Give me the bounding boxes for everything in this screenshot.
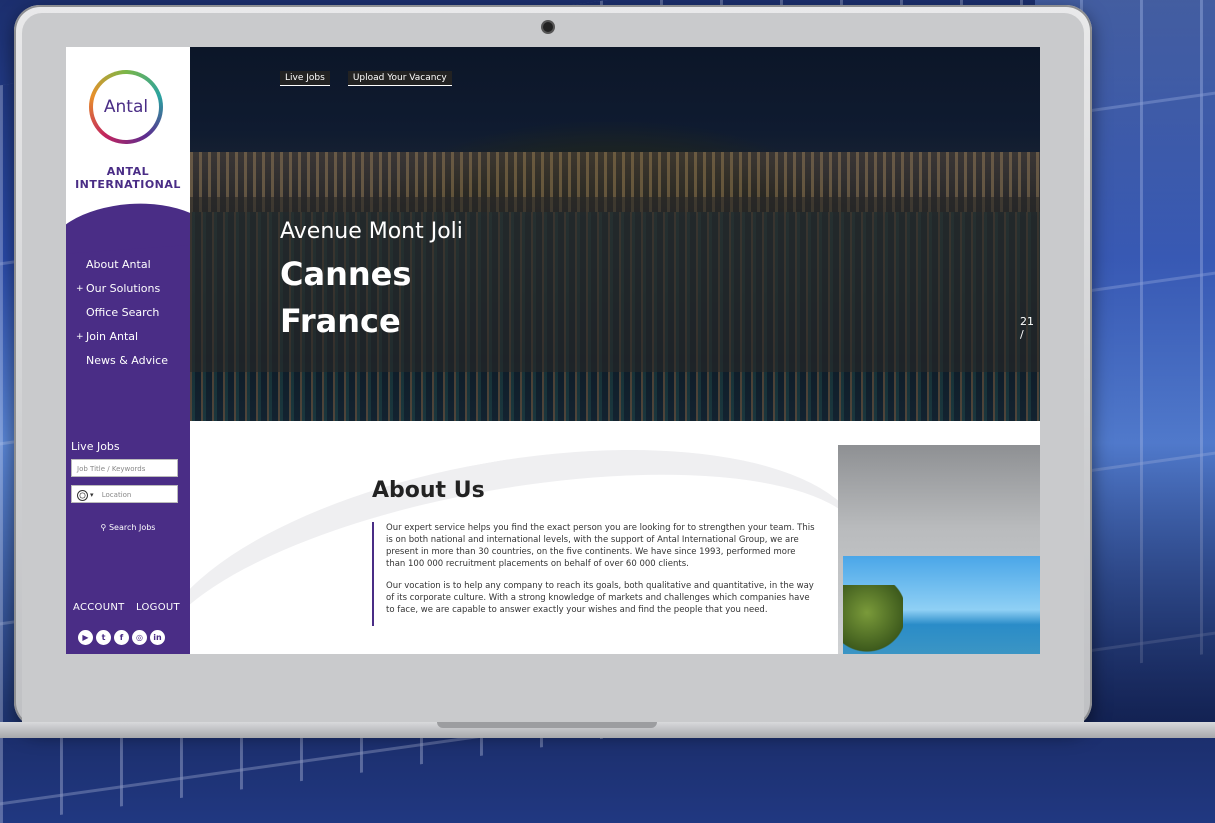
nav-item-our-solutions[interactable]: + Our Solutions	[66, 277, 190, 301]
social-links: ▶ t f ◎ in	[78, 630, 165, 645]
keywords-placeholder: Job Title / Keywords	[77, 465, 146, 473]
expand-plus-icon: +	[76, 332, 84, 342]
tab-upload-vacancy[interactable]: Upload Your Vacancy	[347, 71, 452, 86]
about-body: Our expert service helps you find the ex…	[372, 522, 816, 626]
brand-line-1: ANTAL	[106, 165, 150, 178]
search-icon: ⚲	[100, 523, 107, 532]
about-paragraph-2: Our vocation is to help any company to r…	[386, 581, 814, 615]
nav-item-news-advice[interactable]: News & Advice	[66, 349, 190, 373]
webcam-icon	[543, 22, 553, 32]
side-image-tree	[843, 585, 903, 654]
about-title: About Us	[372, 478, 485, 503]
linkedin-icon[interactable]: in	[150, 630, 165, 645]
instagram-icon[interactable]: ◎	[132, 630, 147, 645]
hero-city: Cannes	[280, 255, 412, 293]
sidebar: Antal ANTAL INTERNATIONAL About Antal + …	[66, 47, 190, 654]
nav-item-join-antal[interactable]: + Join Antal	[66, 325, 190, 349]
account-links: ACCOUNT LOGOUT	[73, 602, 180, 613]
nav-item-about-antal[interactable]: About Antal	[66, 253, 190, 277]
brand-name: ANTAL INTERNATIONAL	[66, 165, 190, 191]
tab-live-jobs[interactable]: Live Jobs	[280, 71, 330, 86]
about-paragraph-1: Our expert service helps you find the ex…	[386, 523, 815, 569]
nav-label: About Antal	[86, 258, 151, 271]
search-jobs-label: Search Jobs	[108, 523, 156, 532]
expand-plus-icon: +	[76, 284, 84, 294]
laptop-notch	[437, 722, 657, 728]
slide-counter: 21 /	[1020, 315, 1034, 341]
nav-label: Our Solutions	[86, 282, 161, 295]
sidebar-logo-area: Antal ANTAL INTERNATIONAL	[66, 47, 190, 227]
sidebar-nav: About Antal + Our Solutions Office Searc…	[66, 253, 190, 373]
laptop-screen: Antal ANTAL INTERNATIONAL About Antal + …	[66, 47, 1040, 654]
facebook-icon[interactable]: f	[114, 630, 129, 645]
logo-text: Antal	[103, 97, 149, 117]
side-image	[838, 445, 1040, 654]
account-link[interactable]: ACCOUNT	[73, 602, 125, 613]
location-input[interactable]: ▾ Location	[71, 485, 178, 503]
nav-label: News & Advice	[86, 354, 168, 367]
nav-label: Join Antal	[86, 330, 139, 343]
search-jobs-button[interactable]: ⚲ Search Jobs	[66, 523, 190, 532]
twitter-icon[interactable]: t	[96, 630, 111, 645]
nav-item-office-search[interactable]: Office Search	[66, 301, 190, 325]
hero-banner: Live Jobs Upload Your Vacancy Avenue Mon…	[190, 47, 1040, 421]
about-section: About Us Our expert service helps you fi…	[190, 421, 1040, 654]
hero-street: Avenue Mont Joli	[280, 219, 463, 244]
logout-link[interactable]: LOGOUT	[136, 602, 180, 613]
hero-tabs: Live Jobs Upload Your Vacancy	[280, 71, 452, 86]
hero-country: France	[280, 302, 401, 340]
chevron-down-icon[interactable]: ▾	[90, 491, 94, 499]
youtube-icon[interactable]: ▶	[78, 630, 93, 645]
nav-label: Office Search	[86, 306, 160, 319]
keywords-input[interactable]: Job Title / Keywords	[71, 459, 178, 477]
globe-icon[interactable]	[77, 489, 88, 501]
antal-logo[interactable]: Antal	[89, 70, 163, 144]
live-jobs-title: Live Jobs	[71, 440, 120, 453]
location-placeholder: Location	[101, 491, 132, 499]
brand-line-2: INTERNATIONAL	[75, 178, 181, 191]
